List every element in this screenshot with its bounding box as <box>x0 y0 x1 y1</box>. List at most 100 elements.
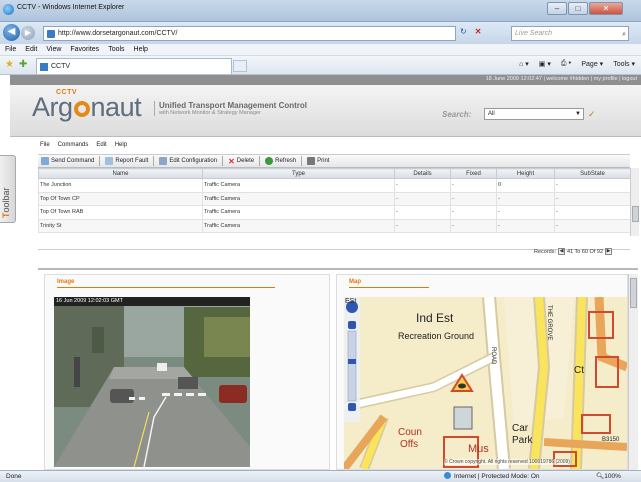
cell-details: - <box>394 178 451 193</box>
cell-name: The Junction <box>38 178 203 193</box>
cell-type: Traffic Camera <box>202 191 395 206</box>
splitter[interactable] <box>38 268 638 270</box>
page-menu[interactable]: Page ▾ <box>581 60 603 68</box>
prev-page-icon[interactable]: ◀ <box>558 248 566 255</box>
globe-icon <box>444 472 451 479</box>
tab-cctv[interactable]: CCTV <box>36 58 232 74</box>
cell-fixed: - <box>450 178 497 193</box>
live-search-input[interactable]: Live Search ⌕ <box>511 26 629 41</box>
toolbar-side-tab[interactable]: Toolbar <box>0 155 16 223</box>
stop-icon[interactable]: ✕ <box>475 27 482 36</box>
favorites-bar: ★ ✚ CCTV ⌂ ▾ ▣ ▾ ⎙ ▾ Page ▾ Tools ▾ <box>0 56 641 75</box>
tagline: Unified Transport Management Control wit… <box>154 101 307 116</box>
user-info: 18 June 2009 12:02:47 | welcome #hidden … <box>485 76 637 82</box>
forward-arrow-icon[interactable]: ▶ <box>21 26 35 40</box>
print-button[interactable]: Print <box>307 157 329 165</box>
edit-configuration-button[interactable]: Edit Configuration <box>159 157 217 165</box>
cell-height: - <box>496 191 555 206</box>
map-view[interactable]: Ind Est Recreation Ground Coun Offs Mus … <box>344 297 627 469</box>
window-title: CCTV - Windows Internet Explorer <box>17 4 125 11</box>
refresh-button[interactable]: Refresh <box>265 157 296 165</box>
column-header-substate[interactable]: SubState <box>554 168 631 179</box>
next-page-icon[interactable]: ▶ <box>605 248 612 255</box>
menu-favorites[interactable]: Favorites <box>70 44 99 55</box>
map-label-coun: Coun <box>398 427 422 438</box>
map-label-park: Park <box>512 435 533 446</box>
user-strip: 18 June 2009 12:02:47 | welcome #hidden … <box>10 75 641 85</box>
report-fault-button[interactable]: Report Fault <box>105 157 148 165</box>
cell-substate: - <box>554 191 631 206</box>
search-go-icon[interactable]: ✓ <box>588 109 596 120</box>
map-label-ct: Ct <box>574 365 584 376</box>
grid-scrollbar[interactable] <box>630 168 639 236</box>
print-icon[interactable]: ⎙ ▾ <box>561 60 572 68</box>
close-window-button[interactable]: ✕ <box>589 2 623 15</box>
table-row[interactable]: The Junction Traffic Camera - - 0 - <box>38 178 631 193</box>
refresh-icon <box>265 157 274 165</box>
cell-details: - <box>394 218 451 233</box>
column-header-height[interactable]: Height <box>496 168 555 179</box>
send-command-button[interactable]: Send Command <box>41 157 94 165</box>
address-bar: ◀ ▶ http://www.dorsetargonaut.com/CCTV/ … <box>0 22 641 44</box>
zoom-level[interactable]: 🔍︎100% <box>596 471 621 482</box>
menu-help[interactable]: Help <box>134 44 148 55</box>
map-label-mus: Mus <box>468 443 489 455</box>
tools-menu[interactable]: Tools ▾ <box>613 60 635 68</box>
back-arrow-icon[interactable]: ◀ <box>3 24 20 41</box>
new-tab-button[interactable] <box>233 60 247 72</box>
page-content: 18 June 2009 12:02:47 | welcome #hidden … <box>0 75 641 470</box>
table-row[interactable]: Top Of Town CP Traffic Camera - - - - <box>38 191 631 206</box>
search-icon[interactable]: ⌕ <box>622 28 626 41</box>
cell-type: Traffic Camera <box>202 178 395 193</box>
delete-icon: ✕ <box>228 156 235 166</box>
map-label-recreation-ground: Recreation Ground <box>398 331 475 341</box>
minimize-button[interactable]: – <box>547 2 567 15</box>
window-titlebar: CCTV - Windows Internet Explorer – □ ✕ <box>0 0 641 22</box>
print-icon <box>307 157 316 165</box>
menu-edit[interactable]: Edit <box>25 44 37 55</box>
cell-details: - <box>394 205 451 220</box>
map-panel-title: Map <box>349 279 361 285</box>
favorites-star-icon[interactable]: ★ <box>5 59 14 70</box>
column-header-name[interactable]: Name <box>38 168 203 179</box>
add-favorite-icon[interactable]: ✚ <box>19 59 27 70</box>
maximize-button[interactable]: □ <box>568 2 588 15</box>
feeds-icon[interactable]: ▣ ▾ <box>539 60 551 68</box>
refresh-icon[interactable]: ↻ <box>460 27 467 36</box>
app-menu-commands[interactable]: Commands <box>58 142 89 148</box>
cell-type: Traffic Camera <box>202 205 395 220</box>
cell-height: - <box>496 205 555 220</box>
argonaut-logo: Arg naut <box>32 92 142 122</box>
table-row[interactable]: Trinity St Traffic Camera - - - - <box>38 218 631 233</box>
column-header-fixed[interactable]: Fixed <box>450 168 497 179</box>
map-label-b3150: B3150 <box>602 437 620 443</box>
table-row[interactable]: Top Of Town RAB Traffic Camera - - - - <box>38 205 631 220</box>
image-panel-title: Image <box>57 279 75 285</box>
app-menu-file[interactable]: File <box>40 142 50 148</box>
cell-type: Traffic Camera <box>202 218 395 233</box>
search-select-value: All <box>488 111 495 117</box>
cell-fixed: - <box>450 218 497 233</box>
column-header-type[interactable]: Type <box>202 168 395 179</box>
cell-name: Top Of Town CP <box>38 191 203 206</box>
app-menu-edit[interactable]: Edit <box>96 142 106 148</box>
cell-details: - <box>394 191 451 206</box>
page-scrollbar[interactable] <box>628 274 638 470</box>
image-panel: Image 16 Jun 2009 12:02:03 GMT <box>44 274 330 470</box>
url-input[interactable]: http://www.dorsetargonaut.com/CCTV/ <box>43 26 456 41</box>
records-pager: Records: ◀ 41 To 60 Of 92 ▶ <box>534 248 612 255</box>
camera-feed-image: 16 Jun 2009 12:02:03 GMT <box>54 297 250 467</box>
cell-name: Trinity St <box>38 218 203 233</box>
delete-button[interactable]: ✕ Delete <box>228 157 254 166</box>
edit-configuration-icon <box>159 157 168 165</box>
menu-view[interactable]: View <box>46 44 61 55</box>
column-header-details[interactable]: Details <box>394 168 451 179</box>
menu-tools[interactable]: Tools <box>108 44 124 55</box>
menu-file[interactable]: File <box>5 44 16 55</box>
app-menu-help[interactable]: Help <box>115 142 127 148</box>
search-select[interactable]: All ▼ <box>484 108 584 120</box>
map-label-ind-est: Ind Est <box>416 311 454 325</box>
home-icon[interactable]: ⌂ ▾ <box>519 60 529 68</box>
report-fault-icon <box>105 157 114 165</box>
cell-fixed: - <box>450 191 497 206</box>
